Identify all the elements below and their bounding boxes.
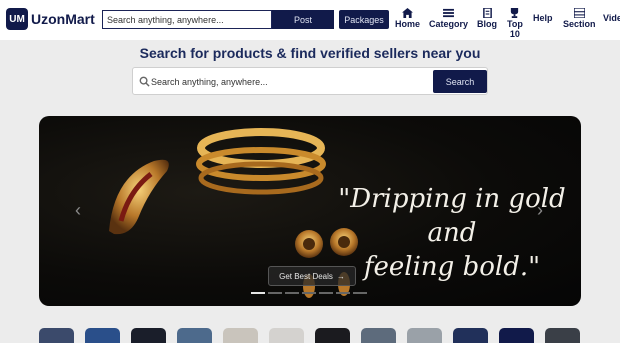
- logo-badge: UM: [6, 8, 28, 30]
- packages-button[interactable]: Packages: [339, 10, 389, 29]
- category-thumb-10[interactable]: [453, 328, 488, 343]
- slide-indicator-dot[interactable]: [251, 292, 265, 294]
- category-thumb-12[interactable]: [545, 328, 580, 343]
- nav-top10[interactable]: Top 10: [507, 8, 523, 39]
- get-best-deals-button[interactable]: Get Best Deals →: [268, 266, 356, 286]
- category-thumb-6[interactable]: [269, 328, 304, 343]
- trophy-icon: [511, 8, 519, 18]
- nav-top10-line2: 10: [509, 29, 520, 39]
- nav-category[interactable]: Category: [429, 8, 468, 29]
- search-button[interactable]: Search: [433, 70, 487, 93]
- nav-home-label: Home: [395, 19, 421, 29]
- nav-section-label: Section: [563, 19, 596, 29]
- page-tagline: Search for products & find verified sell…: [139, 45, 481, 61]
- category-thumb-2[interactable]: [85, 328, 120, 343]
- category-thumb-7[interactable]: [315, 328, 350, 343]
- quote-line-1: "Dripping in gold and: [338, 184, 566, 248]
- category-icon: [443, 8, 454, 18]
- search-icon: [139, 76, 150, 87]
- slide-indicator-dot[interactable]: [268, 292, 282, 294]
- main-search-box: Search: [132, 67, 488, 95]
- banner-quote: "Dripping in gold and feeling bold.": [327, 182, 577, 284]
- top-header: UM UzonMart Post Packages Home Category …: [0, 0, 620, 40]
- post-button[interactable]: Post: [272, 10, 334, 29]
- blog-icon: [482, 8, 492, 18]
- home-icon: [402, 8, 413, 18]
- nav-blog-label: Blog: [477, 19, 497, 29]
- arrow-right-icon: →: [336, 271, 345, 281]
- get-best-deals-label: Get Best Deals: [279, 271, 333, 281]
- category-thumbnails: [39, 328, 580, 343]
- hero-banner[interactable]: ‹ › "Dripping in gold and feeling bold."…: [39, 116, 581, 306]
- slide-indicator-dot[interactable]: [319, 292, 333, 294]
- header-search-input[interactable]: [102, 10, 272, 29]
- category-thumb-11[interactable]: [499, 328, 534, 343]
- nav-help[interactable]: Help: [533, 13, 553, 23]
- logo-text: UzonMart: [31, 11, 95, 27]
- nav-top10-line1: Top: [507, 19, 523, 29]
- slide-indicator-dot[interactable]: [302, 292, 316, 294]
- main-search-input[interactable]: [151, 73, 431, 90]
- category-thumb-1[interactable]: [39, 328, 74, 343]
- nav-blog[interactable]: Blog: [477, 8, 497, 29]
- nav-section[interactable]: Section: [563, 8, 596, 29]
- nav-video-label: Vide: [603, 13, 620, 23]
- slide-indicators: [251, 292, 367, 294]
- category-thumb-3[interactable]: [131, 328, 166, 343]
- site-logo[interactable]: UM UzonMart: [6, 8, 95, 30]
- section-icon: [573, 8, 585, 18]
- category-thumb-4[interactable]: [177, 328, 212, 343]
- category-thumb-8[interactable]: [361, 328, 396, 343]
- nav-category-label: Category: [429, 19, 469, 29]
- category-thumb-9[interactable]: [407, 328, 442, 343]
- nav-help-label: Help: [533, 13, 553, 23]
- prev-slide-icon[interactable]: ‹: [75, 200, 81, 221]
- category-thumb-5[interactable]: [223, 328, 258, 343]
- quote-line-2: feeling bold.": [363, 252, 541, 282]
- nav-video[interactable]: Vide: [603, 13, 620, 23]
- slide-indicator-dot[interactable]: [353, 292, 367, 294]
- slide-indicator-dot[interactable]: [336, 292, 350, 294]
- slide-indicator-dot[interactable]: [285, 292, 299, 294]
- nav-home[interactable]: Home: [395, 8, 420, 29]
